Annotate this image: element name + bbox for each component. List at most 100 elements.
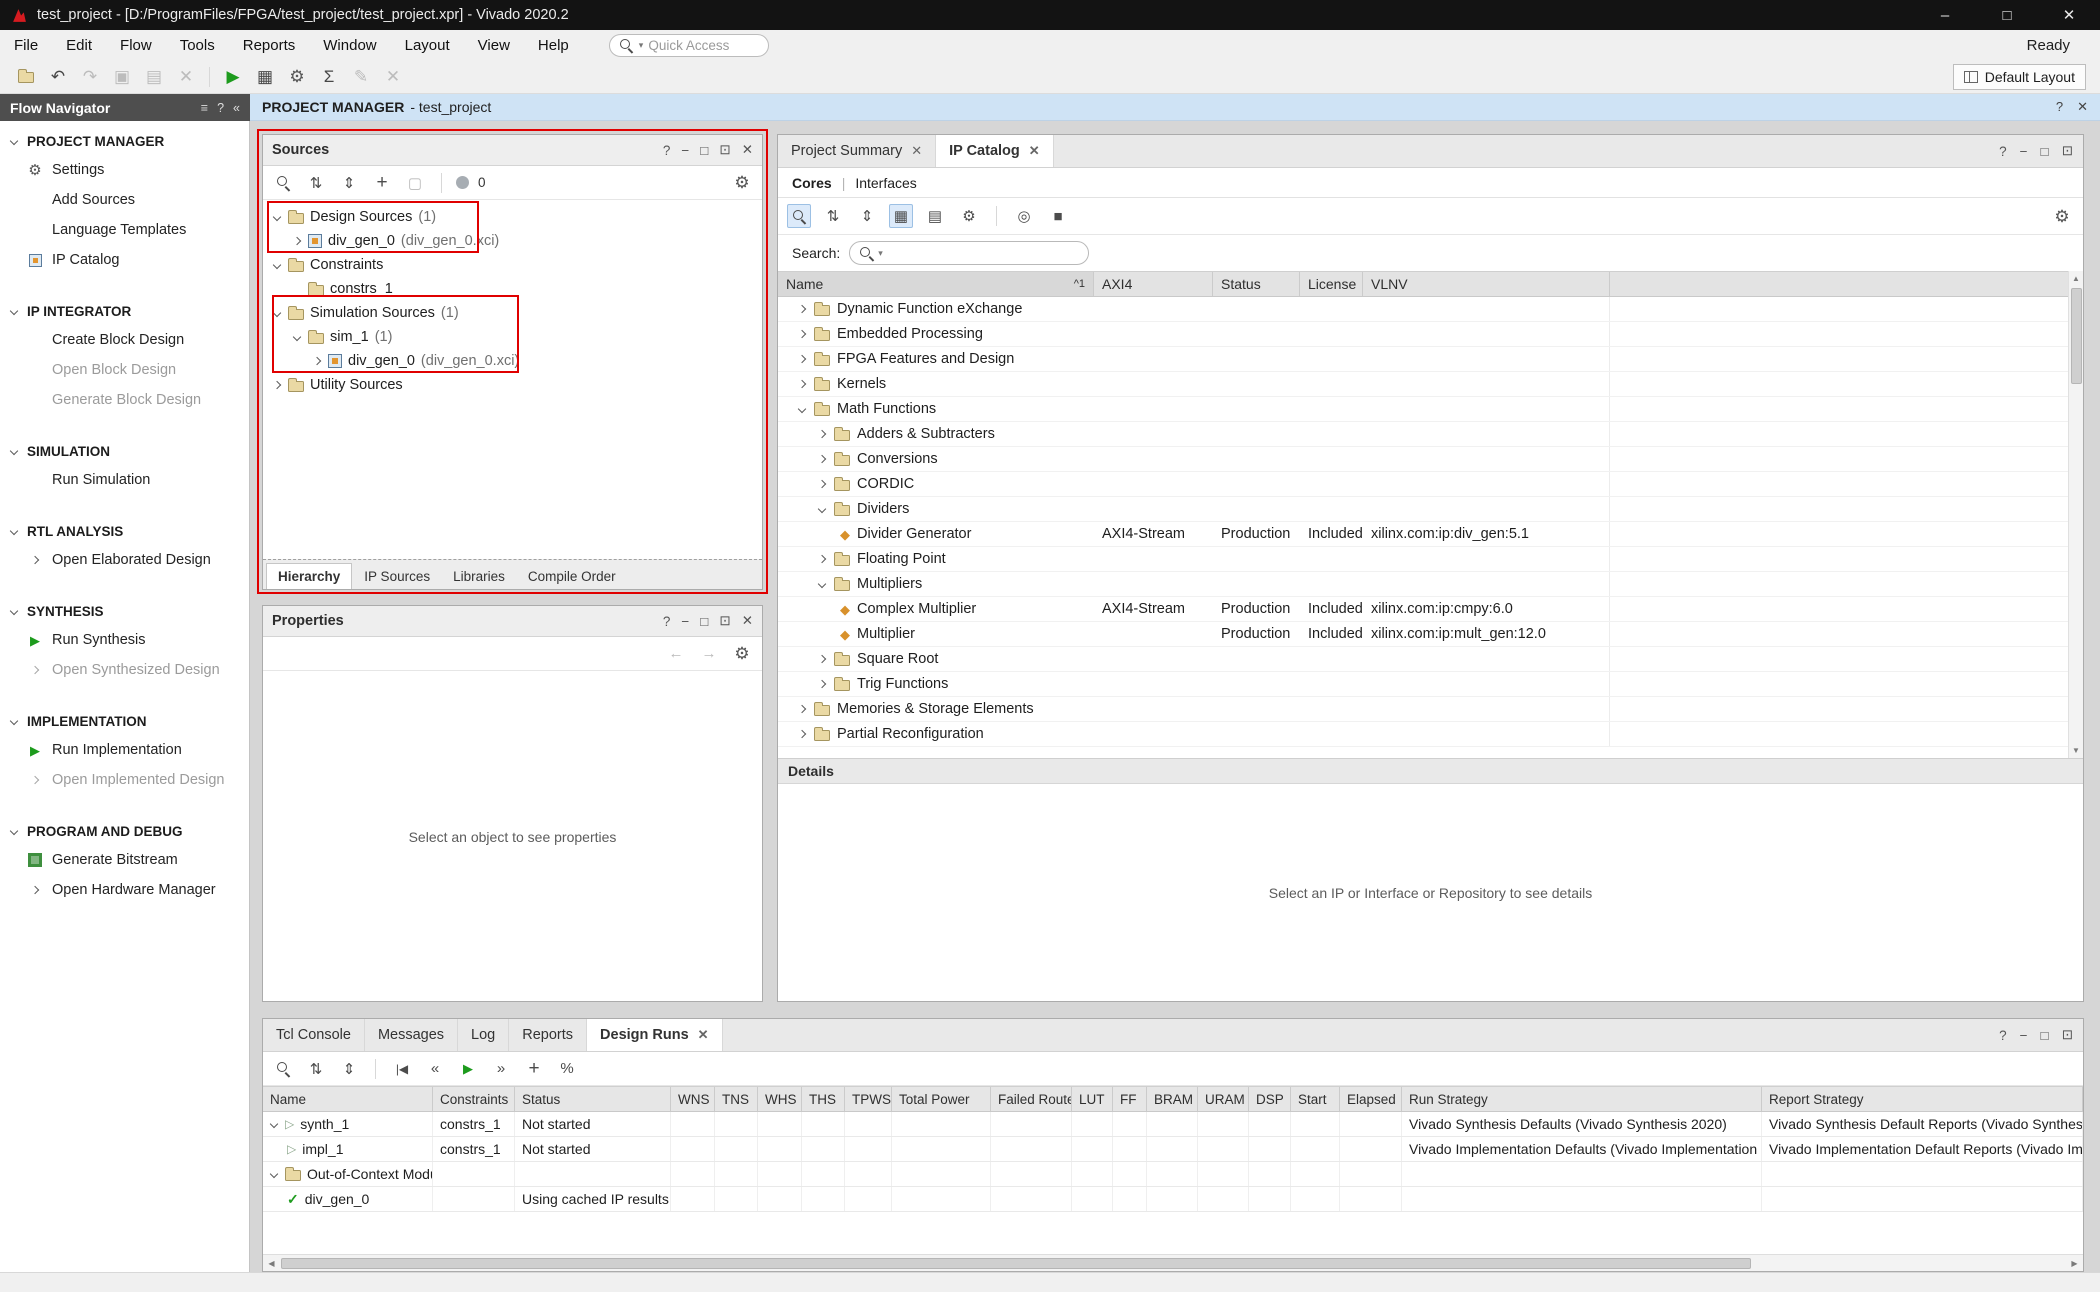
catalog-row[interactable]: CORDIC xyxy=(778,472,2083,497)
run-row-impl-1[interactable]: ▷impl_1 constrs_1 Not started Vivado Imp… xyxy=(263,1137,2083,1162)
column-failed-routes[interactable]: Failed Routes xyxy=(991,1087,1072,1111)
collapse-sidebar-icon[interactable]: « xyxy=(233,101,240,115)
close-icon[interactable]: ✕ xyxy=(698,1027,709,1043)
catalog-row[interactable]: Kernels xyxy=(778,372,2083,397)
minimize-icon[interactable]: − xyxy=(2020,1028,2028,1043)
tab-messages[interactable]: Messages xyxy=(365,1019,458,1051)
help-icon[interactable]: ? xyxy=(217,101,224,115)
section-title[interactable]: PROJECT MANAGER xyxy=(0,127,249,155)
close-icon[interactable]: ✕ xyxy=(379,63,407,90)
subtab-interfaces[interactable]: Interfaces xyxy=(855,175,916,191)
chevron-right-icon[interactable] xyxy=(818,555,827,564)
menu-reports[interactable]: Reports xyxy=(229,37,310,54)
skip-forward-icon[interactable]: » xyxy=(489,1057,513,1081)
scroll-left-arrow[interactable]: ◀ xyxy=(263,1255,280,1271)
chevron-right-icon[interactable] xyxy=(818,680,827,689)
chevron-right-icon[interactable] xyxy=(818,430,827,439)
chevron-right-icon[interactable] xyxy=(798,355,807,364)
chevron-right-icon[interactable] xyxy=(273,381,282,390)
catalog-row[interactable]: Dividers xyxy=(778,497,2083,522)
sidebar-item-open-elaborated-design[interactable]: Open Elaborated Design xyxy=(0,545,249,575)
column-status[interactable]: Status xyxy=(1213,272,1300,296)
menu-layout[interactable]: Layout xyxy=(391,37,464,54)
minimize-icon[interactable]: − xyxy=(681,614,689,629)
catalog-row[interactable]: Trig Functions xyxy=(778,672,2083,697)
menu-icon[interactable]: ≡ xyxy=(201,101,208,115)
run-row-div-gen-0[interactable]: ✓div_gen_0 Using cached IP results xyxy=(263,1187,2083,1212)
catalog-row[interactable]: Adders & Subtracters xyxy=(778,422,2083,447)
sidebar-item-run-synthesis[interactable]: ▶Run Synthesis xyxy=(0,625,249,655)
catalog-row[interactable]: Floating Point xyxy=(778,547,2083,572)
catalog-row[interactable]: Partial Reconfiguration xyxy=(778,722,2083,747)
column-vlnv[interactable]: VLNV xyxy=(1363,272,1610,296)
tab-ip-sources[interactable]: IP Sources xyxy=(353,563,441,589)
tree-row-design-sources[interactable]: Design Sources(1) xyxy=(263,205,762,229)
chevron-down-icon[interactable] xyxy=(270,1120,279,1129)
chevron-down-icon[interactable] xyxy=(818,580,827,589)
sidebar-item-run-implementation[interactable]: ▶Run Implementation xyxy=(0,735,249,765)
help-icon[interactable]: ? xyxy=(1999,144,2007,159)
close-icon[interactable]: ✕ xyxy=(2077,99,2088,115)
maximize-icon[interactable]: □ xyxy=(700,143,708,158)
expand-all-icon[interactable]: ⇕ xyxy=(855,204,879,228)
column-ths[interactable]: THS xyxy=(802,1087,845,1111)
chevron-right-icon[interactable] xyxy=(798,380,807,389)
chevron-down-icon[interactable] xyxy=(798,405,807,414)
catalog-search-input[interactable]: ▾ xyxy=(849,241,1089,265)
column-status[interactable]: Status xyxy=(515,1087,671,1111)
chevron-right-icon[interactable] xyxy=(818,455,827,464)
board-icon[interactable]: ▦ xyxy=(251,63,279,90)
chevron-right-icon[interactable] xyxy=(818,655,827,664)
column-whs[interactable]: WHS xyxy=(758,1087,802,1111)
launch-runs-icon[interactable]: ▶ xyxy=(456,1057,480,1081)
sidebar-item-language-templates[interactable]: Language Templates xyxy=(0,215,249,245)
menu-help[interactable]: Help xyxy=(524,37,583,54)
section-title[interactable]: IMPLEMENTATION xyxy=(0,707,249,735)
tab-log[interactable]: Log xyxy=(458,1019,509,1051)
maximize-icon[interactable]: □ xyxy=(2041,144,2049,159)
maximize-icon[interactable]: □ xyxy=(700,614,708,629)
collapse-all-icon[interactable]: ⇅ xyxy=(821,204,845,228)
column-constraints[interactable]: Constraints xyxy=(433,1087,515,1111)
minimize-icon[interactable]: − xyxy=(681,143,689,158)
chevron-right-icon[interactable] xyxy=(798,730,807,739)
window-maximize-button[interactable]: □ xyxy=(1976,0,2038,30)
group-view-icon[interactable]: ▤ xyxy=(923,204,947,228)
delete-icon[interactable]: ✕ xyxy=(172,63,200,90)
chevron-right-icon[interactable] xyxy=(798,305,807,314)
section-title[interactable]: RTL ANALYSIS xyxy=(0,517,249,545)
column-report-strategy[interactable]: Report Strategy xyxy=(1762,1087,2083,1111)
target-icon[interactable]: ◎ xyxy=(1012,204,1036,228)
layout-selector[interactable]: Default Layout xyxy=(1953,64,2086,90)
catalog-row[interactable]: Memories & Storage Elements xyxy=(778,697,2083,722)
close-icon[interactable]: ✕ xyxy=(742,142,753,158)
section-title[interactable]: IP INTEGRATOR xyxy=(0,297,249,325)
horizontal-scrollbar[interactable]: ◀ ▶ xyxy=(263,1254,2083,1271)
sidebar-item-create-block-design[interactable]: Create Block Design xyxy=(0,325,249,355)
menu-window[interactable]: Window xyxy=(309,37,390,54)
sidebar-item-open-block-design[interactable]: Open Block Design xyxy=(0,355,249,385)
run-row-synth-1[interactable]: ▷synth_1 constrs_1 Not started Vivado Sy… xyxy=(263,1112,2083,1137)
tab-hierarchy[interactable]: Hierarchy xyxy=(266,563,352,589)
column-dsp[interactable]: DSP xyxy=(1249,1087,1291,1111)
tab-ip-catalog[interactable]: IP Catalog✕ xyxy=(936,135,1054,167)
sidebar-item-open-implemented-design[interactable]: Open Implemented Design xyxy=(0,765,249,795)
tree-row-sim-1[interactable]: sim_1(1) xyxy=(263,325,762,349)
stop-icon[interactable]: ■ xyxy=(1046,204,1070,228)
search-icon[interactable] xyxy=(271,171,295,195)
help-icon[interactable]: ? xyxy=(663,143,671,158)
hierarchy-view-icon[interactable]: ▦ xyxy=(889,204,913,228)
catalog-row-multiplier[interactable]: ◆MultiplierProductionIncludedxilinx.com:… xyxy=(778,622,2083,647)
step-back-icon[interactable]: « xyxy=(423,1057,447,1081)
undo-icon[interactable]: ↶ xyxy=(44,63,72,90)
sidebar-item-ip-catalog[interactable]: IP Catalog xyxy=(0,245,249,275)
sidebar-item-generate-bitstream[interactable]: Generate Bitstream xyxy=(0,845,249,875)
maximize-icon[interactable]: □ xyxy=(2041,1028,2049,1043)
column-start[interactable]: Start xyxy=(1291,1087,1340,1111)
tree-row-div-gen-0[interactable]: div_gen_0(div_gen_0.xci) xyxy=(263,229,762,253)
chevron-right-icon[interactable] xyxy=(798,705,807,714)
chevron-down-icon[interactable] xyxy=(293,333,302,342)
column-bram[interactable]: BRAM xyxy=(1147,1087,1198,1111)
expand-all-icon[interactable]: ⇕ xyxy=(337,1057,361,1081)
settings-gear-icon[interactable]: ⚙ xyxy=(283,63,311,90)
